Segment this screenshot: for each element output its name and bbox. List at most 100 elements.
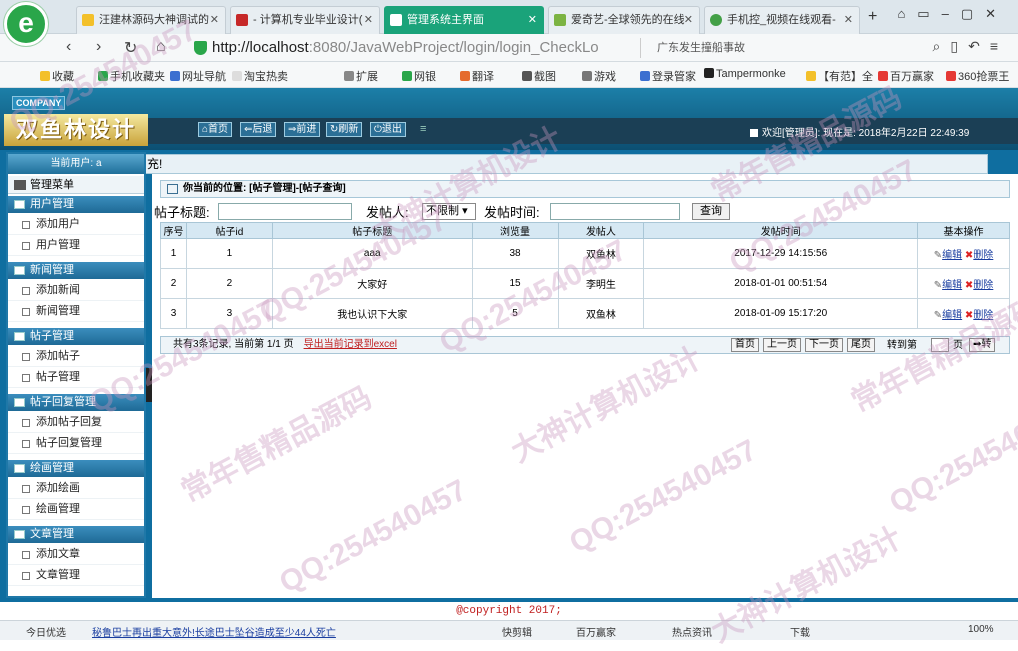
row-actions: ✎编辑 ✖删除 <box>917 268 1010 299</box>
bookmark-item[interactable]: 截图 <box>522 68 556 84</box>
close-icon[interactable]: ✕ <box>844 7 853 33</box>
refresh-button[interactable]: ↻刷新 <box>326 122 363 137</box>
forward-icon[interactable]: › <box>96 38 101 56</box>
back-icon[interactable]: ‹ <box>66 38 71 56</box>
doc-icon <box>22 353 30 361</box>
forward-button[interactable]: ⇒前进 <box>284 122 321 137</box>
next-page-button[interactable]: 下一页 <box>805 338 843 352</box>
back-button[interactable]: ⇐后退 <box>240 122 277 137</box>
time-input[interactable] <box>550 203 680 220</box>
status-bar: 今日优选 秘鲁巴士再出重大意外!长途巴士坠谷造成至少44人死亡 快剪辑 百万赢家… <box>0 620 1018 640</box>
cell: 1 <box>160 238 187 269</box>
edit-link[interactable]: 编辑 <box>942 310 962 321</box>
bookmark-item[interactable]: 网银 <box>402 68 436 84</box>
poster-select[interactable]: 不限制 ▾ <box>422 203 476 220</box>
logout-button[interactable]: ⏻退出 <box>370 122 406 137</box>
welcome-text: 欢迎[管理员]: 现在是: 2018年2月22日 22:49:39 <box>750 124 969 139</box>
edit-link[interactable]: 编辑 <box>942 280 962 291</box>
bookmark-item[interactable]: 【有范】全 <box>806 68 873 84</box>
doc-icon <box>22 374 30 382</box>
query-button[interactable]: 查询 <box>692 203 730 220</box>
time-label: 发帖时间: <box>484 205 540 220</box>
tab-5[interactable]: 手机控_视频在线观看- ✕ <box>704 6 860 34</box>
goto-button[interactable]: ➡转 <box>969 338 996 352</box>
tab-3-active[interactable]: 管理系统主界面 ✕ <box>384 6 544 34</box>
sidebar-group-posts[interactable]: 帖子管理 <box>8 328 144 345</box>
today-picks[interactable]: 今日优选 <box>26 624 66 639</box>
sidebar-item-add-article[interactable]: 添加文章 <box>8 544 144 565</box>
browser-logo-icon[interactable]: e <box>4 2 48 46</box>
copyright: @copyright 2017; <box>0 602 1018 620</box>
edit-link[interactable]: 编辑 <box>942 250 962 261</box>
tab-1[interactable]: 汪建林源码大神调试的 ✕ <box>76 6 226 34</box>
sidebar-item-manage-paintings[interactable]: 绘画管理 <box>8 499 144 520</box>
sidebar-item-manage-articles[interactable]: 文章管理 <box>8 565 144 586</box>
filter-form: 帖子标题: 发帖人: 不限制 ▾ 发帖时间: 查询 <box>154 202 1014 220</box>
notice-bar: 充! <box>142 154 988 174</box>
sidebar-item-add-post[interactable]: 添加帖子 <box>8 346 144 367</box>
status-tool[interactable]: 下载 <box>790 624 810 639</box>
bookmark-item[interactable]: 翻译 <box>460 68 494 84</box>
status-tool[interactable]: 快剪辑 <box>502 624 532 639</box>
reload-icon[interactable]: ↻ <box>124 38 137 58</box>
bookmark-item[interactable]: 游戏 <box>582 68 616 84</box>
delete-link[interactable]: 删除 <box>973 280 993 291</box>
sidebar-item-add-painting[interactable]: 添加绘画 <box>8 478 144 499</box>
sidebar-item-manage-news[interactable]: 新闻管理 <box>8 301 144 322</box>
sidebar-group-articles[interactable]: 文章管理 <box>8 526 144 543</box>
sidebar-group-replies[interactable]: 帖子回复管理 <box>8 394 144 411</box>
sidebar-item-manage-replies[interactable]: 帖子回复管理 <box>8 433 144 454</box>
close-icon[interactable]: ✕ <box>528 7 537 33</box>
search-input[interactable]: 广东发生撞船事故 <box>640 38 910 58</box>
close-icon[interactable]: ✕ <box>684 7 693 33</box>
new-tab-button[interactable]: + <box>868 8 877 26</box>
top-banner: COMPANY 双鱼林设计 ⌂首页 ⇐后退 ⇒前进 ↻刷新 ⏻退出 ≡ 欢迎[管… <box>0 88 1018 150</box>
sidebar-group-news[interactable]: 新闻管理 <box>8 262 144 279</box>
goto-page-input[interactable] <box>931 338 949 352</box>
status-tool[interactable]: 热点资讯 <box>672 624 712 639</box>
window-controls[interactable]: ⌂▭–▢✕ <box>897 6 1008 22</box>
col-header: 帖子标题 <box>271 222 473 239</box>
tab-4[interactable]: 爱奇艺-全球领先的在线 ✕ <box>548 6 700 34</box>
last-page-button[interactable]: 尾页 <box>847 338 875 352</box>
sidebar-item-manage-posts[interactable]: 帖子管理 <box>8 367 144 388</box>
sidebar-group-paintings[interactable]: 绘画管理 <box>8 460 144 477</box>
bookmark-item[interactable]: 手机收藏夹 <box>98 68 165 84</box>
title-input[interactable] <box>218 203 352 220</box>
cell: 李明生 <box>557 268 645 299</box>
page-unit: 页 <box>953 340 963 351</box>
sidebar-item-add-reply[interactable]: 添加帖子回复 <box>8 412 144 433</box>
sidebar-item-add-user[interactable]: 添加用户 <box>8 214 144 235</box>
news-ticker[interactable]: 秘鲁巴士再出重大意外!长途巴士坠谷造成至少44人死亡 <box>92 624 336 639</box>
toolbar-icons[interactable]: ⌕▯↶≡ <box>933 38 1008 55</box>
prev-page-button[interactable]: 上一页 <box>763 338 801 352</box>
bookmark-item[interactable]: 扩展 <box>344 68 378 84</box>
doc-icon <box>22 221 30 229</box>
bookmark-item[interactable]: 登录管家 <box>640 68 696 84</box>
sidebar-item-add-news[interactable]: 添加新闻 <box>8 280 144 301</box>
status-tool[interactable]: 百万赢家 <box>576 624 616 639</box>
cell: 1 <box>185 238 273 269</box>
doc-icon <box>22 572 30 580</box>
bookmark-item[interactable]: 360抢票王 <box>946 68 1009 84</box>
delete-link[interactable]: 删除 <box>973 310 993 321</box>
sidebar-group-users[interactable]: 用户管理 <box>8 196 144 213</box>
zoom-level[interactable]: 100% <box>968 624 994 635</box>
bookmark-item[interactable]: 淘宝热卖 <box>232 68 288 84</box>
page-icon <box>232 71 242 81</box>
tab-2[interactable]: - 计算机专业毕业设计(✕ <box>230 6 380 34</box>
url-field[interactable]: http://localhost:8080/JavaWebProject/log… <box>192 38 622 58</box>
home-button[interactable]: ⌂首页 <box>198 122 233 137</box>
sidebar-item-manage-users[interactable]: 用户管理 <box>8 235 144 256</box>
close-icon[interactable]: ✕ <box>210 7 219 33</box>
bookmark-item[interactable]: 百万赢家 <box>878 68 934 84</box>
export-excel-link[interactable]: 导出当前记录到excel <box>304 339 397 350</box>
bookmark-item[interactable]: Tampermonke <box>704 68 786 80</box>
close-icon[interactable]: ✕ <box>364 7 373 33</box>
home-icon[interactable]: ⌂ <box>156 38 166 56</box>
first-page-button[interactable]: 首页 <box>731 338 759 352</box>
current-user-label: 当前用户: a <box>8 154 144 174</box>
delete-link[interactable]: 删除 <box>973 250 993 261</box>
bookmark-item[interactable]: 收藏 <box>40 68 74 84</box>
bookmark-item[interactable]: 网址导航 <box>170 68 226 84</box>
